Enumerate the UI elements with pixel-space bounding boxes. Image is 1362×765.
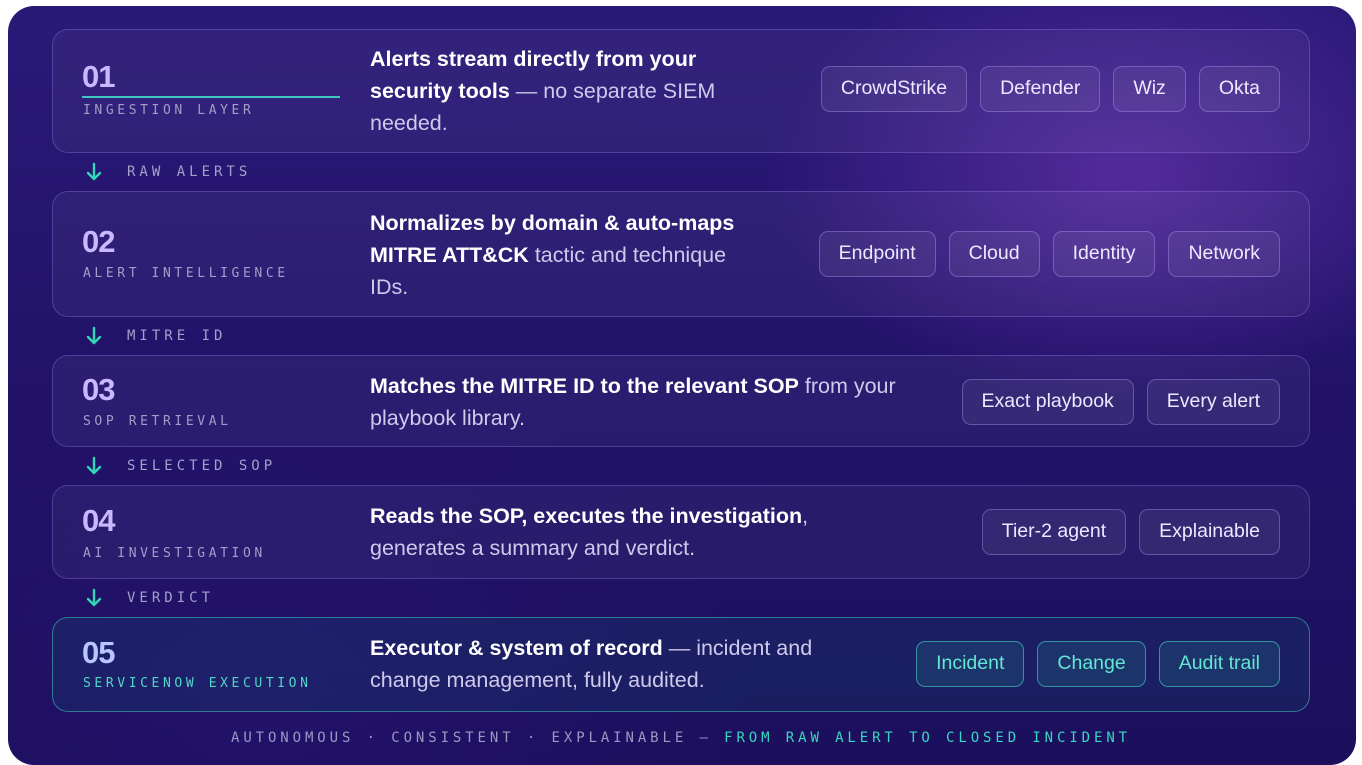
connector-selected-sop: SELECTED SOP — [84, 455, 276, 477]
arrow-down-icon — [86, 326, 102, 345]
stage-number: 03 — [82, 372, 115, 407]
chip-group: Incident Change Audit trail — [916, 641, 1280, 687]
chip-change: Change — [1037, 641, 1146, 687]
connector-label: RAW ALERTS — [127, 164, 252, 180]
footer-lead: AUTONOMOUS · CONSISTENT · EXPLAINABLE — — [230, 730, 725, 746]
stage-card-servicenow-execution: 05 SERVICENOW EXECUTION Executor & syste… — [52, 617, 1310, 712]
chip-group: Exact playbook Every alert — [961, 379, 1280, 425]
stage-description: Normalizes by domain & auto-maps MITRE A… — [370, 207, 735, 303]
connector-verdict: VERDICT — [84, 587, 214, 609]
description-bold: Executor & system of record — [370, 636, 663, 660]
stage-number: 05 — [82, 635, 115, 670]
chip-cloud: Cloud — [948, 231, 1040, 277]
connector-raw-alerts: RAW ALERTS — [84, 161, 251, 183]
chip-network: Network — [1168, 231, 1280, 277]
chip-endpoint: Endpoint — [818, 231, 936, 277]
stage-label: SERVICENOW EXECUTION — [83, 676, 312, 691]
chip-incident: Incident — [916, 641, 1025, 687]
chip-wiz: Wiz — [1113, 66, 1186, 112]
stage-label: AI INVESTIGATION — [83, 546, 266, 561]
description-bold: Matches the MITRE ID to the relevant SOP — [370, 374, 799, 398]
arrow-down-icon — [86, 588, 102, 607]
chip-okta: Okta — [1198, 66, 1280, 112]
chip-tier2-agent: Tier-2 agent — [981, 509, 1127, 555]
chip-exact-playbook: Exact playbook — [961, 379, 1134, 425]
stage-number: 02 — [82, 224, 115, 259]
stage-number: 01 — [82, 59, 115, 94]
stage-number: 04 — [82, 503, 115, 538]
chip-group: Tier-2 agent Explainable — [981, 509, 1280, 555]
stage-label: ALERT INTELLIGENCE — [83, 266, 289, 281]
stage-description: Alerts stream directly from your securit… — [370, 43, 730, 139]
footer-accent: FROM RAW ALERT TO CLOSED INCIDENT — [724, 730, 1131, 746]
chip-defender: Defender — [980, 66, 1101, 112]
arrow-down-icon — [86, 162, 102, 181]
description-bold: Reads the SOP, executes the investigatio… — [370, 504, 803, 528]
chip-group: Endpoint Cloud Identity Network — [818, 231, 1280, 277]
arrow-down-icon — [86, 456, 102, 475]
connector-label: MITRE ID — [127, 328, 227, 344]
chip-every-alert: Every alert — [1146, 379, 1280, 425]
stage-label: INGESTION LAYER — [83, 103, 255, 118]
chip-explainable: Explainable — [1139, 509, 1280, 555]
stage-card-ingestion: 01 INGESTION LAYER Alerts stream directl… — [52, 29, 1310, 153]
footer-tagline: AUTONOMOUS · CONSISTENT · EXPLAINABLE — … — [0, 730, 1362, 746]
stage-underline — [82, 96, 340, 98]
connector-mitre-id: MITRE ID — [84, 325, 226, 347]
stage-card-alert-intelligence: 02 ALERT INTELLIGENCE Normalizes by doma… — [52, 191, 1310, 317]
chip-identity: Identity — [1052, 231, 1156, 277]
stage-label: SOP RETRIEVAL — [83, 414, 232, 429]
chip-group: CrowdStrike Defender Wiz Okta — [820, 66, 1280, 112]
connector-label: SELECTED SOP — [127, 458, 277, 474]
chip-crowdstrike: CrowdStrike — [820, 66, 968, 112]
stage-card-sop-retrieval: 03 SOP RETRIEVAL Matches the MITRE ID to… — [52, 355, 1310, 447]
stage-description: Executor & system of record — incident a… — [370, 632, 870, 696]
stage-card-ai-investigation: 04 AI INVESTIGATION Reads the SOP, execu… — [52, 485, 1310, 579]
connector-label: VERDICT — [127, 590, 215, 606]
stage-description: Matches the MITRE ID to the relevant SOP… — [370, 370, 910, 434]
stage-description: Reads the SOP, executes the investigatio… — [370, 500, 870, 564]
chip-audit-trail: Audit trail — [1158, 641, 1280, 687]
